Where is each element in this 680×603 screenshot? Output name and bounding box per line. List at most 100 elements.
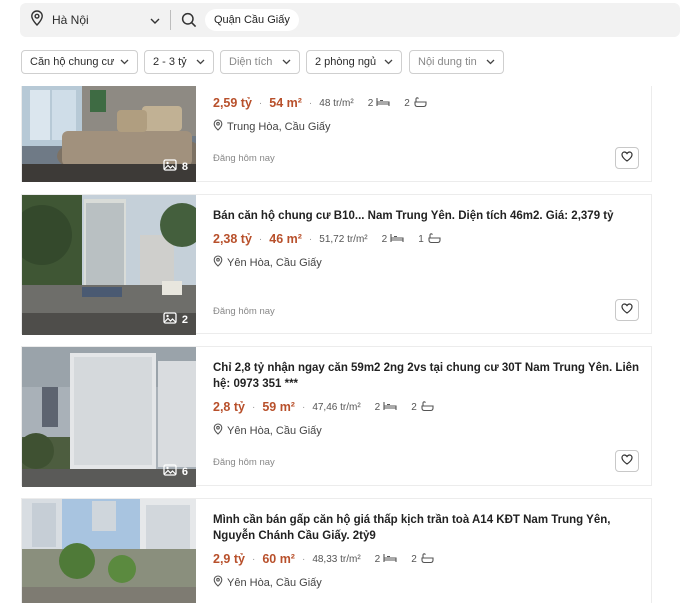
listing-photo[interactable]: 6 — [22, 347, 196, 487]
divider — [170, 10, 171, 30]
listing-title[interactable]: Mình cần bán gấp căn hộ giá thấp kịch tr… — [213, 512, 641, 544]
address-text: Yên Hòa, Cầu Giấy — [227, 424, 322, 437]
listing-price: 2,9 tỷ — [213, 552, 245, 566]
listing-price-per-m2: 48,33 tr/m² — [312, 553, 361, 565]
map-pin-icon — [213, 119, 223, 134]
favorite-button[interactable] — [615, 147, 639, 169]
bathroom-count: 2 — [411, 400, 434, 414]
listing-card[interactable]: 2 Bán căn hộ chung cư B10... Nam Trung Y… — [21, 194, 652, 335]
listing-info: Bán căn hộ chung cư B10... Nam Trung Yên… — [213, 208, 641, 270]
map-pin-icon — [213, 575, 223, 590]
heart-icon — [621, 301, 633, 319]
listing-price: 2,59 tỷ — [213, 96, 252, 110]
listing-info: Chỉ 2,8 tỷ nhận ngay căn 59m2 2ng 2vs tạ… — [213, 360, 641, 438]
listing-area: 60 m² — [262, 552, 295, 566]
search-icon[interactable] — [181, 12, 197, 28]
search-bar: Hà Nội Quận Cầu Giấy — [20, 3, 680, 37]
separator-dot: · — [251, 553, 256, 565]
filter-area[interactable]: Diện tích — [220, 50, 300, 74]
separator-dot: · — [251, 401, 256, 413]
separator-dot: · — [301, 401, 306, 413]
separator-dot: · — [308, 233, 313, 245]
bathroom-value: 1 — [418, 233, 424, 245]
listing-info: Mình cần bán gấp căn hộ giá thấp kịch tr… — [213, 512, 641, 590]
listing-price-per-m2: 48 tr/m² — [319, 97, 354, 109]
filter-label: 2 phòng ngủ — [315, 56, 377, 68]
bedroom-count: 2 — [375, 553, 398, 566]
filter-label: 2 - 3 tỷ — [153, 56, 187, 68]
favorite-button[interactable] — [615, 299, 639, 321]
chevron-down-icon — [120, 56, 129, 68]
heart-icon — [621, 452, 633, 470]
listing-metrics: 2,38 tỷ · 46 m² · 51,72 tr/m² 2 1 — [213, 230, 641, 248]
bath-icon — [413, 96, 427, 110]
listing-title[interactable]: Chỉ 2,8 tỷ nhận ngay căn 59m2 2ng 2vs tạ… — [213, 360, 641, 392]
filter-label: Căn hộ chung cư — [30, 56, 115, 68]
listing-card[interactable]: 8 2,59 tỷ · 54 m² · 48 tr/m² 2 2 Trung H… — [21, 86, 652, 182]
chevron-down-icon — [196, 56, 205, 68]
address-text: Trung Hòa, Cầu Giấy — [227, 120, 331, 133]
listing-photo[interactable]: 2 — [22, 195, 196, 335]
chevron-down-icon — [486, 56, 495, 68]
listing-metrics: 2,8 tỷ · 59 m² · 47,46 tr/m² 2 2 — [213, 398, 641, 416]
bath-icon — [427, 232, 441, 246]
photo-count-value: 6 — [181, 465, 188, 478]
bedroom-value: 2 — [367, 97, 374, 109]
image-icon — [163, 312, 177, 327]
bathroom-value: 2 — [411, 553, 417, 565]
posted-time: Đăng hôm nay — [213, 153, 275, 164]
bedroom-count: 2 — [368, 97, 391, 110]
listing-metrics: 2,59 tỷ · 54 m² · 48 tr/m² 2 2 — [213, 94, 641, 112]
favorite-button[interactable] — [615, 450, 639, 472]
location-selector[interactable]: Hà Nội — [20, 3, 170, 37]
district-chip[interactable]: Quận Cầu Giấy — [205, 9, 299, 31]
map-pin-icon — [213, 255, 223, 270]
location-value: Hà Nội — [52, 13, 89, 27]
bedroom-count: 2 — [382, 233, 405, 246]
photo-count: 8 — [163, 159, 188, 174]
chevron-down-icon — [384, 56, 393, 68]
photo-count: 6 — [163, 464, 188, 479]
separator-dot: · — [258, 97, 263, 109]
listing-photo[interactable]: 8 — [22, 86, 196, 182]
photo-count-value: 2 — [181, 313, 188, 326]
image-icon — [163, 159, 177, 174]
filter-property-type[interactable]: Căn hộ chung cư — [21, 50, 138, 74]
filter-price[interactable]: 2 - 3 tỷ — [144, 50, 214, 74]
listing-card[interactable]: Mình cần bán gấp căn hộ giá thấp kịch tr… — [21, 498, 652, 603]
separator-dot: · — [308, 97, 313, 109]
listing-address: Yên Hòa, Cầu Giấy — [213, 423, 641, 438]
address-text: Yên Hòa, Cầu Giấy — [227, 576, 322, 589]
heart-icon — [621, 149, 633, 167]
bath-icon — [420, 552, 434, 566]
bedroom-value: 2 — [374, 401, 381, 413]
listing-card[interactable]: 6 Chỉ 2,8 tỷ nhận ngay căn 59m2 2ng 2vs … — [21, 346, 652, 487]
bathroom-count: 1 — [418, 232, 441, 246]
image-icon — [163, 464, 177, 479]
photo-count-value: 8 — [181, 160, 188, 173]
posted-time: Đăng hôm nay — [213, 306, 275, 317]
filter-label: Nội dung tin — [418, 56, 477, 68]
listing-address: Yên Hòa, Cầu Giấy — [213, 255, 641, 270]
listing-photo[interactable] — [22, 499, 196, 603]
bedroom-count: 2 — [375, 401, 398, 414]
separator-dot: · — [301, 553, 306, 565]
bed-icon — [376, 97, 390, 110]
listing-price-per-m2: 47,46 tr/m² — [312, 401, 361, 413]
bath-icon — [420, 400, 434, 414]
filter-label: Diện tích — [229, 56, 273, 68]
listing-price-per-m2: 51,72 tr/m² — [319, 233, 368, 245]
filter-content[interactable]: Nội dung tin — [409, 50, 504, 74]
listing-address: Yên Hòa, Cầu Giấy — [213, 575, 641, 590]
filter-bedrooms[interactable]: 2 phòng ngủ — [306, 50, 402, 74]
listing-metrics: 2,9 tỷ · 60 m² · 48,33 tr/m² 2 2 — [213, 550, 641, 568]
posted-time: Đăng hôm nay — [213, 457, 275, 468]
bathroom-count: 2 — [404, 96, 427, 110]
bedroom-value: 2 — [374, 553, 381, 565]
chevron-down-icon — [150, 11, 160, 29]
listing-area: 46 m² — [269, 232, 302, 246]
listing-title[interactable]: Bán căn hộ chung cư B10... Nam Trung Yên… — [213, 208, 641, 224]
bathroom-count: 2 — [411, 552, 434, 566]
bathroom-value: 2 — [411, 401, 417, 413]
photo-count: 2 — [163, 312, 188, 327]
